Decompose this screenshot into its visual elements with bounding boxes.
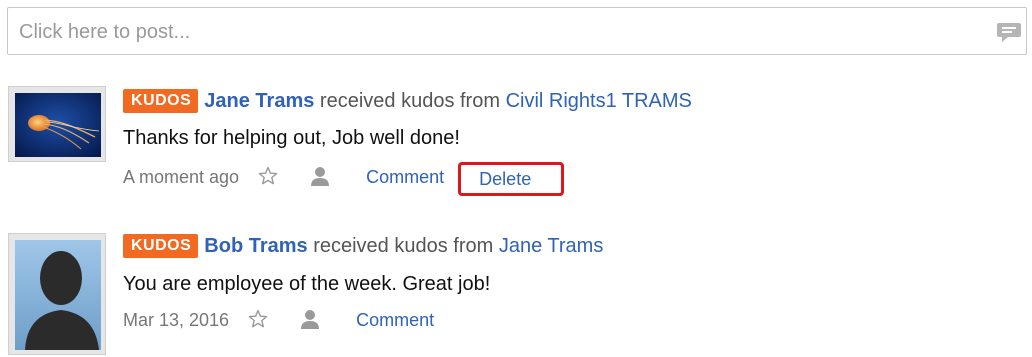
post-composer-input[interactable]: Click here to post... (7, 7, 1027, 55)
feed-meta: Mar 13, 2016 Comment (123, 308, 434, 332)
post-placeholder: Click here to post... (19, 21, 191, 43)
target-link[interactable]: Civil Rights1 TRAMS (506, 90, 692, 112)
chat-bubble-icon (997, 23, 1021, 42)
comment-link[interactable]: Comment (356, 308, 434, 332)
avatar[interactable] (8, 86, 106, 162)
message-text: Thanks for helping out, Job well done! (123, 127, 460, 149)
delete-link[interactable]: Delete (458, 162, 565, 196)
star-icon[interactable] (258, 166, 278, 186)
comment-link[interactable]: Comment (366, 165, 444, 189)
verb-text: received kudos from (319, 90, 500, 112)
timestamp: A moment ago (123, 167, 240, 187)
message-text: You are employee of the week. Great job! (123, 273, 491, 295)
jellyfish-avatar-image (15, 93, 101, 157)
target-link[interactable]: Jane Trams (499, 235, 603, 257)
verb-text: received kudos from (313, 235, 494, 257)
star-icon[interactable] (248, 309, 268, 329)
kudos-badge: KUDOS (123, 89, 199, 113)
silhouette-avatar-image (15, 240, 101, 350)
feed-headline: KUDOS Jane Trams received kudos from Civi… (123, 88, 692, 114)
actor-link[interactable]: Bob Trams (204, 235, 307, 257)
user-icon[interactable] (309, 166, 331, 186)
kudos-badge: KUDOS (123, 234, 199, 258)
actor-link[interactable]: Jane Trams (204, 90, 314, 112)
timestamp: Mar 13, 2016 (123, 310, 230, 330)
user-icon[interactable] (299, 309, 321, 329)
avatar[interactable] (8, 233, 106, 355)
feed-headline: KUDOS Bob Trams received kudos from Jane … (123, 233, 603, 259)
feed-meta: A moment ago Comment Delete (123, 162, 565, 196)
